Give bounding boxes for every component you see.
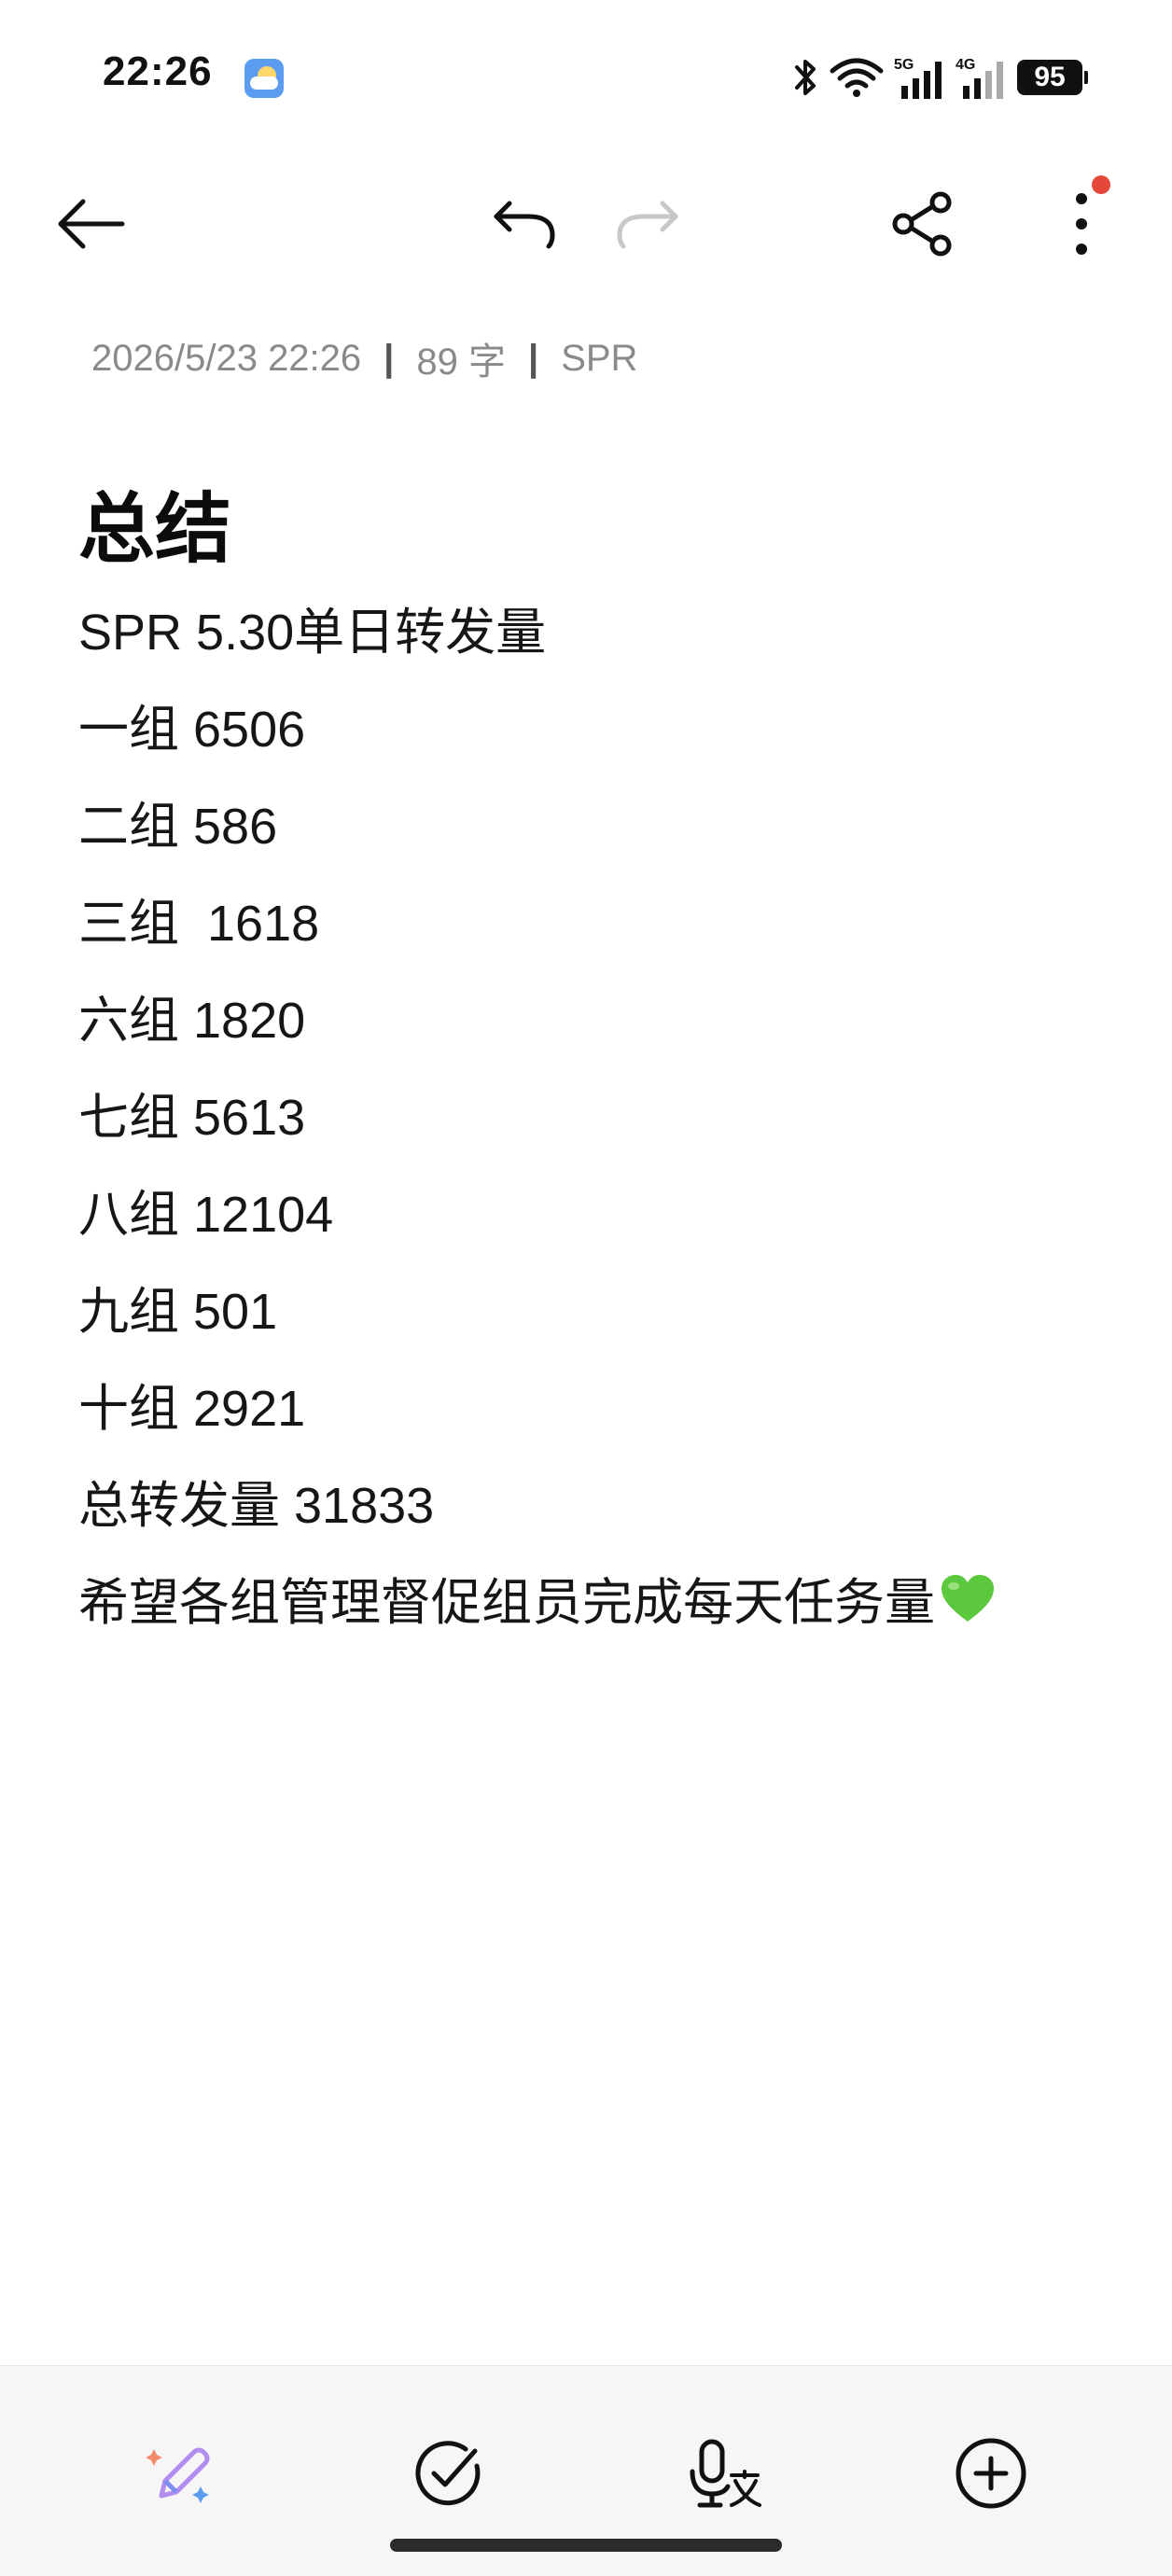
- note-title[interactable]: 总结: [78, 466, 231, 578]
- wifi-icon: [830, 58, 884, 97]
- share-icon: [892, 191, 952, 257]
- note-line[interactable]: 六组 1820: [78, 985, 1105, 1082]
- meta-separator: |: [527, 337, 539, 379]
- note-toolbar: [0, 168, 1172, 280]
- add-button[interactable]: [930, 2413, 1052, 2534]
- share-button[interactable]: [872, 168, 974, 280]
- note-char-count: 89 字: [416, 341, 506, 383]
- weather-icon: [244, 59, 284, 98]
- note-line-last[interactable]: 希望各组管理督促组员完成每天任务量: [78, 1567, 1105, 1664]
- note-line[interactable]: 七组 5613: [78, 1082, 1105, 1179]
- redo-icon: [617, 201, 678, 249]
- note-line[interactable]: 九组 501: [78, 1276, 1105, 1373]
- checklist-button[interactable]: [388, 2413, 509, 2534]
- more-options-button[interactable]: [1030, 168, 1133, 280]
- add-circle-icon: [956, 2438, 1026, 2509]
- more-vertical-icon: [1076, 193, 1087, 255]
- back-button[interactable]: [39, 168, 142, 280]
- note-meta: 2026/5/23 22:26 | 89 字 | SPR: [91, 331, 637, 385]
- system-icons: 5G 4G 95: [791, 54, 1088, 101]
- undo-button[interactable]: [474, 168, 577, 280]
- green-heart-icon: [942, 1575, 994, 1622]
- bluetooth-icon: [795, 60, 816, 95]
- note-line[interactable]: 十组 2921: [78, 1373, 1105, 1470]
- status-bar: 22:26 5G 4G 95: [0, 0, 1172, 159]
- note-line[interactable]: 三组 1618: [78, 888, 1105, 985]
- note-folder[interactable]: SPR: [561, 338, 637, 380]
- battery-level: 95: [1017, 60, 1082, 95]
- voice-to-text-button[interactable]: [663, 2413, 784, 2534]
- signal-5g-icon: 5G: [894, 57, 942, 99]
- status-time: 22:26: [103, 49, 213, 94]
- svg-text:5G: 5G: [894, 57, 914, 73]
- signal-4g-icon: 4G: [956, 57, 1003, 99]
- checklist-icon: [415, 2441, 481, 2506]
- meta-separator: |: [384, 337, 395, 379]
- note-line-text: 希望各组管理督促组员完成每天任务量: [78, 1575, 935, 1631]
- note-line[interactable]: SPR 5.30单日转发量: [78, 597, 1105, 694]
- undo-icon: [494, 201, 555, 249]
- ai-pen-icon: [146, 2447, 210, 2503]
- back-arrow-icon: [58, 199, 125, 249]
- voice-to-text-icon: [690, 2439, 761, 2508]
- home-indicator[interactable]: [390, 2539, 782, 2552]
- notification-dot: [1092, 175, 1110, 194]
- redo-button[interactable]: [595, 168, 698, 280]
- note-line[interactable]: 一组 6506: [78, 694, 1105, 791]
- note-body[interactable]: SPR 5.30单日转发量 一组 6506 二组 586 三组 1618 六组 …: [78, 597, 1105, 1664]
- svg-text:4G: 4G: [956, 57, 975, 73]
- ai-pen-button[interactable]: [119, 2413, 241, 2534]
- note-line[interactable]: 总转发量 31833: [78, 1470, 1105, 1567]
- battery-icon: 95: [1017, 60, 1088, 95]
- bottom-action-bar: [0, 2365, 1172, 2576]
- note-line[interactable]: 八组 12104: [78, 1179, 1105, 1276]
- note-datetime: 2026/5/23 22:26: [91, 337, 362, 379]
- note-line[interactable]: 二组 586: [78, 791, 1105, 888]
